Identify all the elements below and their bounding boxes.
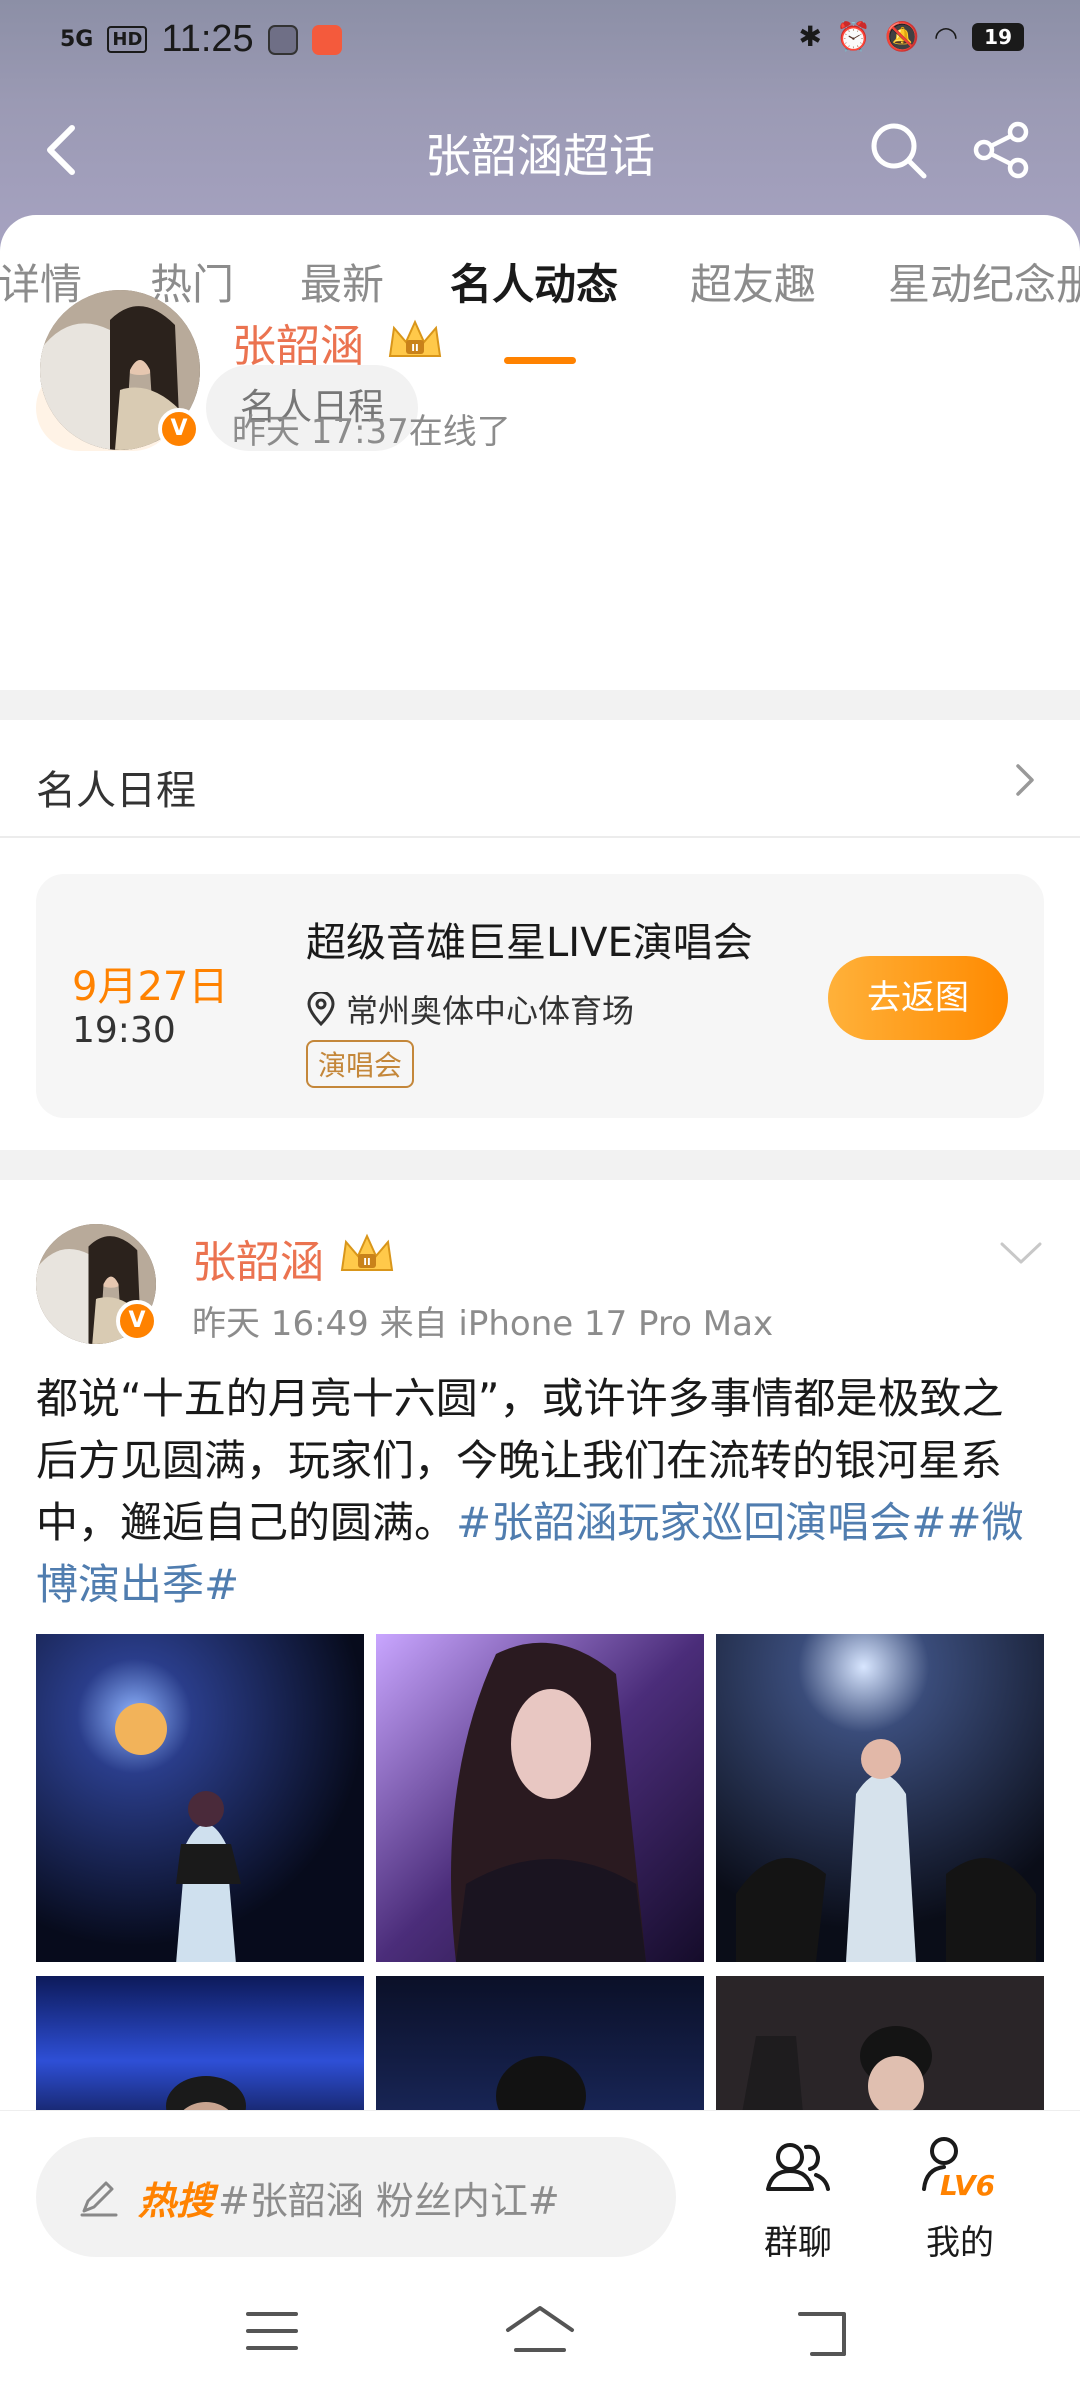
group-chat-label: 群聊	[764, 2223, 832, 2263]
alarm-icon: ⏰	[835, 20, 871, 53]
online-time: 昨天 17:37在线了	[232, 412, 511, 452]
schedule-tag: 演唱会	[306, 1040, 415, 1088]
hot-search-text: #张韶涵 粉丝内讧#	[218, 2178, 560, 2223]
clock: 11:25	[161, 18, 254, 60]
section-divider	[0, 690, 1080, 720]
svg-text:II: II	[411, 343, 418, 354]
post-text: 都说“十五的月亮十六圆”，或许许多事情都是极致之后方见圆满，玩家们，今晚让我们在…	[36, 1368, 1044, 1616]
search-icon[interactable]	[866, 118, 930, 182]
mute-icon: 🔕	[884, 20, 920, 53]
schedule-time: 19:30	[72, 1010, 176, 1051]
mine-button[interactable]: LV6 我的	[900, 2127, 1020, 2264]
pencil-icon	[80, 2181, 118, 2217]
hd-indicator: HD	[107, 26, 148, 53]
back-nav-icon[interactable]	[796, 2304, 852, 2360]
wifi-icon: ◠	[933, 20, 959, 53]
profile-level-icon: LV6	[922, 2137, 995, 2202]
celebrity-online-status[interactable]: V 张韶涵 II 昨天 17:37在线了	[40, 290, 1040, 460]
crown-badge-icon: II	[388, 319, 442, 357]
online-username[interactable]: 张韶涵	[232, 310, 364, 374]
top-nav: 张韶涵超话	[0, 110, 1080, 190]
post-image-photo	[376, 1634, 704, 1962]
verified-badge-icon: V	[116, 1300, 158, 1342]
schedule-card[interactable]: 9月27日 19:30 超级音雄巨星LIVE演唱会 常州奥体中心体育场 演唱会 …	[36, 874, 1044, 1118]
battery-indicator: 19	[972, 22, 1024, 51]
svg-text:II: II	[363, 1257, 370, 1268]
crown-badge-icon: II	[340, 1233, 394, 1271]
bluetooth-icon: ✱	[798, 20, 822, 53]
post-username[interactable]: 张韶涵	[192, 1226, 324, 1290]
schedule-date: 9月27日	[72, 964, 229, 1010]
level-badge: LV6	[940, 2169, 995, 2202]
view-photos-button[interactable]: 去返图	[828, 956, 1008, 1040]
home-icon[interactable]	[504, 2304, 576, 2360]
system-nav-bar	[0, 2290, 1080, 2400]
post-image-photo	[36, 1634, 364, 1962]
status-bar: 5G HD 11:25 ✱ ⏰ 🔕 ◠ 19	[0, 0, 1080, 84]
location-pin-icon	[307, 992, 335, 1026]
schedule-header-label: 名人日程	[36, 768, 196, 814]
schedule-location: 常州奥体中心体育场	[306, 986, 634, 1032]
share-icon[interactable]	[970, 118, 1034, 182]
verified-badge-icon: V	[158, 408, 200, 450]
chevron-down-icon[interactable]	[998, 1236, 1044, 1270]
post-image-photo	[716, 1634, 1044, 1962]
schedule-location-text: 常州奥体中心体育场	[346, 992, 635, 1030]
mine-label: 我的	[926, 2223, 994, 2263]
schedule-header[interactable]: 名人日程	[0, 722, 1080, 838]
notification-app-icon	[311, 24, 342, 55]
hot-search-label: 热搜	[138, 2178, 215, 2223]
post-meta: 昨天 16:49 来自 iPhone 17 Pro Max	[192, 1304, 774, 1344]
menu-icon[interactable]	[244, 2306, 300, 2356]
signal-indicator: 5G	[60, 26, 94, 52]
notification-app-icon	[267, 24, 298, 55]
section-divider	[0, 1150, 1080, 1180]
chevron-right-icon	[1016, 764, 1034, 796]
group-chat-icon	[766, 2143, 830, 2191]
bottom-bar: 热搜 #张韶涵 粉丝内讧# 群聊 LV6 我的	[0, 2110, 1080, 2280]
schedule-title: 超级音雄巨星LIVE演唱会	[306, 920, 753, 966]
post-image[interactable]	[716, 1634, 1044, 1962]
post-image[interactable]	[36, 1634, 364, 1962]
post-image[interactable]	[376, 1634, 704, 1962]
group-chat-button[interactable]: 群聊	[738, 2127, 858, 2264]
hot-search-input[interactable]: 热搜 #张韶涵 粉丝内讧#	[36, 2137, 676, 2257]
